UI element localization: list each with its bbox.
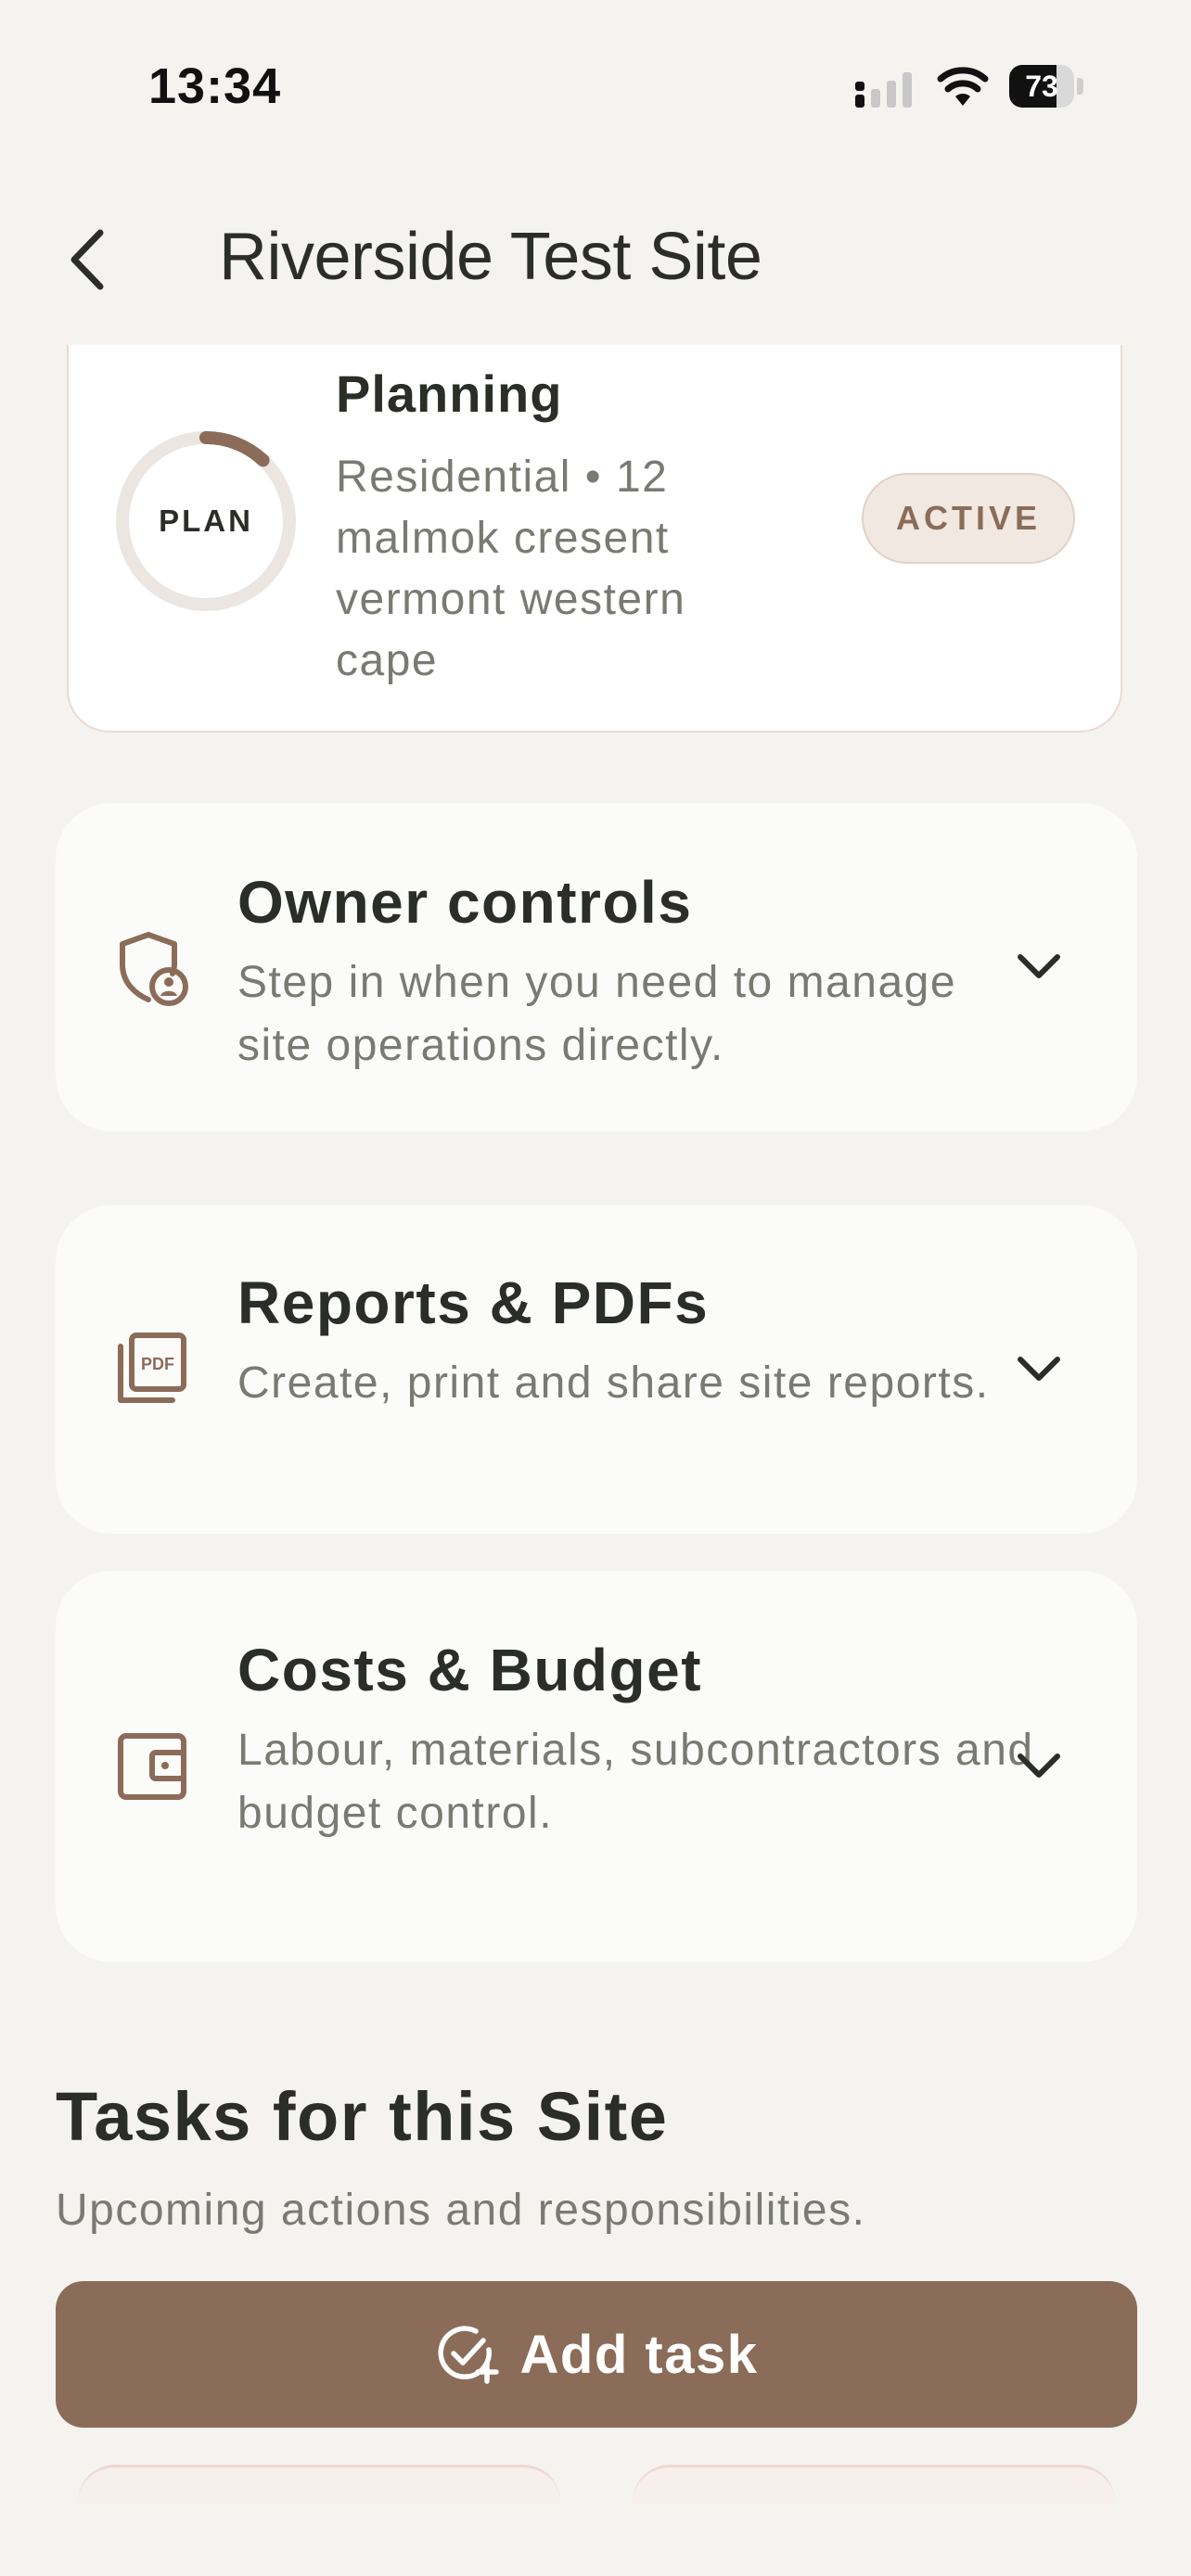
plan-status-card[interactable]: PLAN Planning Residential • 12 malmok cr… bbox=[67, 345, 1122, 733]
add-task-icon bbox=[437, 2326, 499, 2384]
plan-meta: Residential • 12 malmok cresent vermont … bbox=[336, 453, 686, 685]
task-card[interactable] bbox=[633, 2465, 1115, 2505]
owner-controls-title: Owner controls bbox=[237, 869, 693, 936]
chevron-down-icon bbox=[1018, 1357, 1060, 1381]
status-badge: ACTIVE bbox=[862, 473, 1075, 564]
add-task-button[interactable]: Add task bbox=[56, 2281, 1137, 2428]
chevron-down-icon bbox=[1018, 1753, 1060, 1778]
svg-text:PDF: PDF bbox=[141, 1355, 174, 1373]
costs-budget-section[interactable]: Costs & Budget Labour, materials, subcon… bbox=[56, 1571, 1137, 1962]
page-title: Riverside Test Site bbox=[219, 220, 762, 294]
costs-budget-title: Costs & Budget bbox=[237, 1637, 702, 1703]
cellular-signal-icon bbox=[855, 72, 912, 108]
pdf-document-icon: PDF bbox=[118, 1333, 186, 1403]
wifi-icon bbox=[937, 67, 989, 106]
status-time: 13:34 bbox=[148, 58, 282, 114]
reports-pdfs-title: Reports & PDFs bbox=[237, 1269, 710, 1336]
wallet-icon bbox=[118, 1733, 186, 1800]
back-button[interactable] bbox=[52, 215, 122, 304]
chevron-left-icon bbox=[70, 229, 104, 290]
plan-ring-label: PLAN bbox=[159, 504, 253, 538]
add-task-label: Add task bbox=[519, 2324, 759, 2385]
owner-controls-description: Step in when you need to manage site ope… bbox=[237, 958, 957, 1070]
tasks-heading: Tasks for this Site bbox=[56, 2078, 669, 2155]
battery-indicator: 73 bbox=[1009, 65, 1085, 108]
tasks-subtitle: Upcoming actions and responsibilities. bbox=[56, 2186, 866, 2235]
plan-title: Planning bbox=[336, 364, 563, 423]
owner-controls-section[interactable]: Owner controls Step in when you need to … bbox=[56, 803, 1137, 1131]
shield-user-icon bbox=[120, 932, 188, 1006]
battery-percent: 73 bbox=[1025, 70, 1058, 103]
reports-pdfs-description: Create, print and share site reports. bbox=[237, 1358, 990, 1408]
costs-budget-description: Labour, materials, subcontractors and bu… bbox=[237, 1726, 1034, 1838]
reports-pdfs-section[interactable]: PDF Reports & PDFs Create, print and sha… bbox=[56, 1205, 1137, 1534]
chevron-down-icon bbox=[1018, 954, 1060, 978]
task-card[interactable] bbox=[78, 2465, 560, 2505]
